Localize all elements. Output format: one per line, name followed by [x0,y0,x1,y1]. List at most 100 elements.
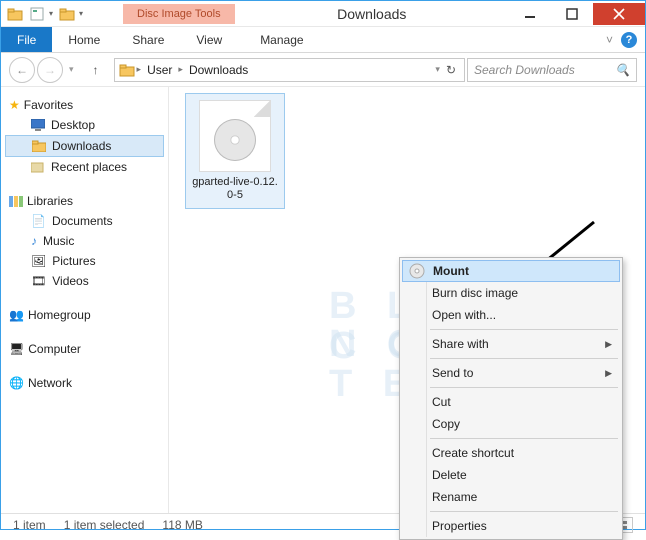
homegroup-header[interactable]: 👥 Homegroup [5,305,164,325]
ctx-cut[interactable]: Cut [402,391,620,413]
window-title: Downloads [235,6,509,22]
folder-icon [119,63,135,77]
iso-file-icon [199,100,271,172]
sidebar-item-downloads[interactable]: Downloads [5,135,164,157]
ctx-rename[interactable]: Rename [402,486,620,508]
music-icon: ♪ [31,234,37,248]
search-icon: 🔍 [615,63,630,77]
favorites-label: Favorites [24,98,73,112]
network-header[interactable]: 🌐 Network [5,373,164,393]
sidebar-item-label: Videos [52,274,88,288]
computer-label: Computer [28,342,81,356]
forward-button[interactable]: → [37,57,63,83]
ctx-label: Create shortcut [432,446,514,460]
breadcrumb-downloads[interactable]: Downloads [185,63,252,77]
status-count: 1 item [13,518,46,532]
new-folder-icon[interactable] [59,6,75,22]
ctx-label: Cut [432,395,451,409]
help-icon[interactable]: ? [621,32,637,48]
ctx-separator [430,511,618,512]
ctx-label: Open with... [432,308,496,322]
search-placeholder: Search Downloads [474,63,575,77]
ctx-open-with[interactable]: Open with... [402,304,620,326]
ctx-label: Delete [432,468,467,482]
ctx-separator [430,329,618,330]
tab-manage[interactable]: Manage [244,27,319,52]
breadcrumb-sep-icon[interactable]: ▸ [137,64,142,75]
documents-icon: 📄 [31,214,46,228]
ribbon-minimize-icon[interactable]: ˅ [606,33,613,47]
address-bar: ← → ▾ ↑ ▸ User ▸ Downloads ▾ ↻ Search Do… [1,53,645,87]
breadcrumb-sep-icon[interactable]: ▸ [178,64,183,75]
libraries-icon [9,195,23,207]
ctx-burn[interactable]: Burn disc image [402,282,620,304]
breadcrumb-user[interactable]: User [143,63,176,77]
maximize-button[interactable] [551,3,593,25]
network-icon: 🌐 [9,376,24,390]
history-dropdown-icon[interactable]: ▾ [69,64,74,75]
search-input[interactable]: Search Downloads 🔍 [467,58,637,82]
sidebar-item-label: Downloads [52,139,111,153]
network-label: Network [28,376,72,390]
qat-dropdown-icon[interactable]: ▾ [79,9,83,18]
close-button[interactable] [593,3,645,25]
sidebar-item-label: Documents [52,214,113,228]
sidebar-item-music[interactable]: ♪ Music [5,231,164,251]
libraries-header[interactable]: Libraries [5,191,164,211]
ctx-send-to[interactable]: Send to▶ [402,362,620,384]
tab-view[interactable]: View [180,27,238,52]
ribbon-context-tab[interactable]: Disc Image Tools [123,4,235,24]
chevron-down-icon[interactable]: ▾ [49,9,53,18]
ctx-create-shortcut[interactable]: Create shortcut [402,442,620,464]
tab-share[interactable]: Share [116,27,180,52]
sidebar-item-pictures[interactable]: 🖼 Pictures [5,251,164,271]
file-label: gparted-live-0.12.0-5 [192,176,278,202]
nav-pane: ★ Favorites Desktop Downloads Recent pla… [1,87,169,513]
sidebar-item-label: Music [43,234,74,248]
status-size: 118 MB [162,518,202,532]
star-icon: ★ [9,98,20,112]
content-pane[interactable]: B L E E P I N G C O M P U T E R gparted-… [169,87,645,513]
ctx-label: Rename [432,490,477,504]
ctx-properties[interactable]: Properties [402,515,620,537]
chevron-right-icon: ▶ [605,368,612,379]
folder-icon [32,140,46,152]
properties-icon[interactable] [29,6,45,22]
ctx-delete[interactable]: Delete [402,464,620,486]
tab-file[interactable]: File [1,27,52,52]
sidebar-item-videos[interactable]: 🎞 Videos [5,271,164,291]
ctx-share-with[interactable]: Share with▶ [402,333,620,355]
refresh-icon[interactable]: ↻ [446,63,456,77]
sidebar-item-label: Desktop [51,118,95,132]
sidebar-item-recent[interactable]: Recent places [5,157,164,177]
tab-home[interactable]: Home [52,27,116,52]
homegroup-label: Homegroup [28,308,91,322]
sidebar-item-label: Pictures [52,254,95,268]
computer-icon: 🖥 [9,342,24,356]
ctx-mount[interactable]: Mount [402,260,620,282]
desktop-icon [31,119,45,131]
back-button[interactable]: ← [9,57,35,83]
ctx-separator [430,438,618,439]
quick-access-toolbar: ▾ ▾ [1,6,83,22]
ctx-label: Mount [433,264,469,278]
ctx-label: Burn disc image [432,286,518,300]
chevron-right-icon: ▶ [605,339,612,350]
status-selected: 1 item selected [64,518,145,532]
sidebar-item-documents[interactable]: 📄 Documents [5,211,164,231]
sidebar-item-label: Recent places [51,160,127,174]
minimize-button[interactable] [509,3,551,25]
file-item[interactable]: gparted-live-0.12.0-5 [185,93,285,209]
libraries-label: Libraries [27,194,73,208]
up-button[interactable]: ↑ [86,60,106,80]
favorites-header[interactable]: ★ Favorites [5,95,164,115]
pictures-icon: 🖼 [31,254,46,268]
sidebar-item-desktop[interactable]: Desktop [5,115,164,135]
videos-icon: 🎞 [31,274,46,288]
address-dropdown-icon[interactable]: ▾ [435,64,440,75]
ctx-copy[interactable]: Copy [402,413,620,435]
homegroup-icon: 👥 [9,308,24,322]
address-box[interactable]: ▸ User ▸ Downloads ▾ ↻ [114,58,465,82]
computer-header[interactable]: 🖥 Computer [5,339,164,359]
ctx-label: Copy [432,417,460,431]
